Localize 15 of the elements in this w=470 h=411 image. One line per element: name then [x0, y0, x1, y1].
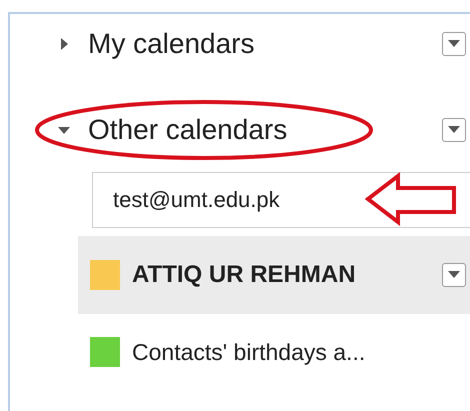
calendar-name: ATTIQ UR REHMAN	[132, 261, 357, 289]
caret-icon	[448, 40, 460, 48]
menu-dropdown-button[interactable]	[442, 118, 466, 142]
collapse-triangle-icon[interactable]	[58, 124, 70, 136]
section-title[interactable]: My calendars	[88, 28, 442, 60]
expand-triangle-icon[interactable]	[58, 38, 70, 50]
search-field[interactable]: test@umt.edu.pk	[92, 172, 470, 228]
section-title[interactable]: Other calendars	[88, 114, 442, 146]
caret-icon	[448, 126, 460, 134]
calendar-item[interactable]: Contacts' birthdays a...	[78, 322, 470, 382]
calendar-item[interactable]: ATTIQ UR REHMAN	[78, 236, 470, 314]
menu-dropdown-button[interactable]	[442, 32, 466, 56]
caret-icon	[448, 271, 460, 279]
menu-dropdown-button[interactable]	[442, 263, 466, 287]
calendar-name: Contacts' birthdays a...	[132, 338, 366, 366]
